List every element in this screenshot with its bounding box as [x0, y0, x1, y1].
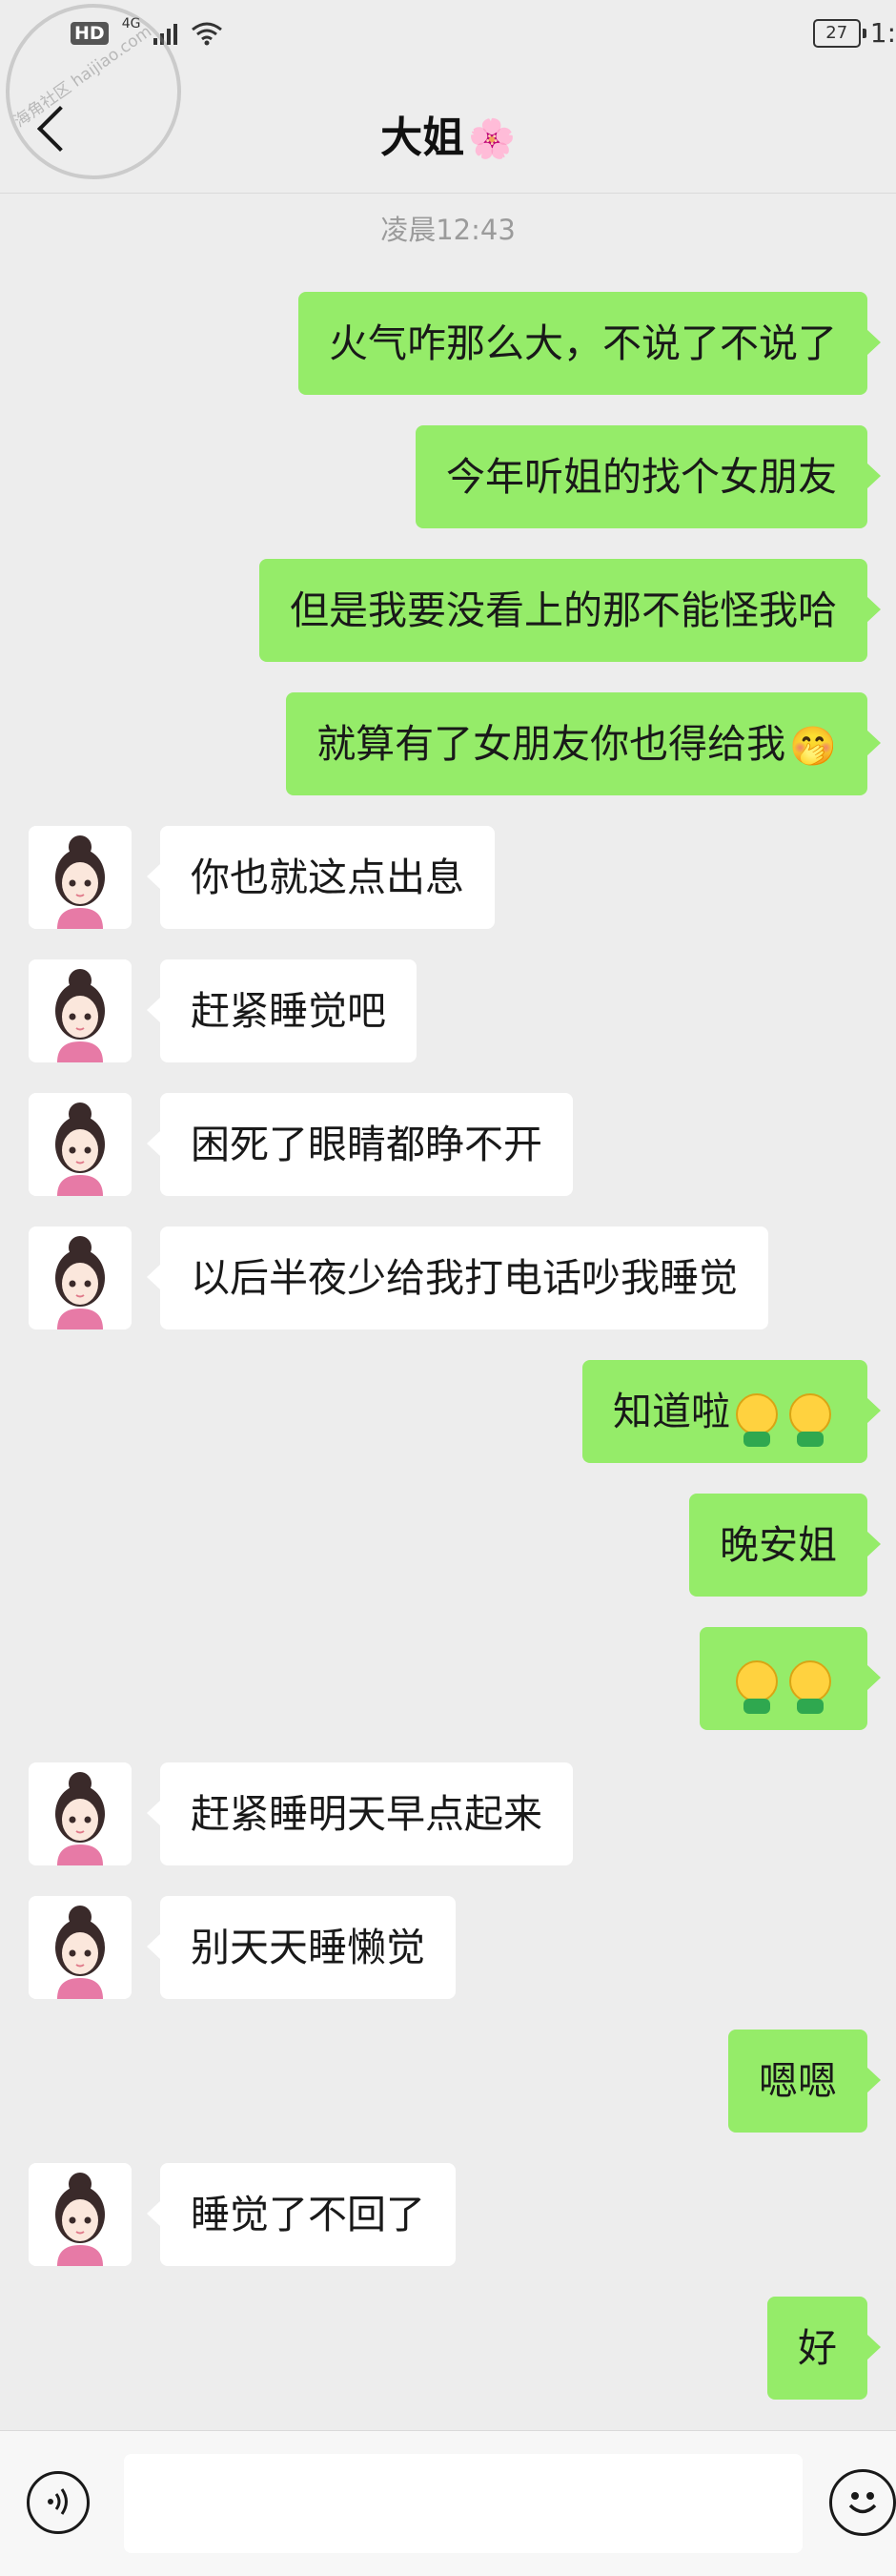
message-text: 今年听姐的找个女朋友 [446, 454, 837, 500]
message-text: 睡觉了不回了 [191, 2192, 425, 2237]
message-text: 知道啦 [613, 1389, 730, 1434]
message-received: 你也就这点出息 [29, 826, 495, 929]
message-sent [700, 1627, 881, 1730]
message-received: 以后半夜少给我打电话吵我睡觉 [29, 1226, 768, 1329]
message-text: 你也就这点出息 [191, 855, 464, 900]
chat-title-text: 大姐 [380, 113, 465, 162]
message-bubble[interactable]: 晚安姐 [689, 1494, 881, 1597]
status-right: 27 1: [812, 17, 896, 49]
message-sent: 晚安姐 [689, 1494, 881, 1597]
smiley-icon [848, 2492, 877, 2514]
message-text: 赶紧睡觉吧 [191, 988, 386, 1034]
message-sent: 嗯嗯 [728, 2030, 881, 2133]
flower-emoji-icon: 🌸 [468, 117, 516, 161]
smile-hug-emoji-icon [789, 1393, 831, 1447]
message-bubble[interactable]: 就算有了女朋友你也得给我 🤭 [286, 692, 881, 795]
message-bubble[interactable]: 嗯嗯 [728, 2030, 881, 2133]
message-text: 赶紧睡明天早点起来 [191, 1791, 542, 1837]
chat-header: 大姐 🌸 [0, 69, 896, 194]
message-text: 以后半夜少给我打电话吵我睡觉 [191, 1255, 738, 1301]
status-time: 1: [869, 17, 896, 49]
hand-over-mouth-emoji-icon: 🤭 [789, 725, 837, 769]
message-bubble[interactable]: 但是我要没看上的那不能怪我哈 [259, 559, 881, 662]
message-bubble[interactable]: 困死了眼睛都睁不开 [147, 1093, 573, 1196]
message-input[interactable] [124, 2454, 803, 2553]
battery-icon: 27 [812, 18, 866, 48]
smile-hug-emoji-icon [736, 1393, 778, 1447]
wifi-icon [192, 22, 223, 46]
message-bubble[interactable]: 好 [767, 2297, 881, 2400]
voice-input-button[interactable] [27, 2471, 90, 2534]
message-sent: 但是我要没看上的那不能怪我哈 [259, 559, 881, 662]
avatar[interactable] [29, 1896, 132, 1999]
message-text: 困死了眼睛都睁不开 [191, 1122, 542, 1167]
girl-avatar-icon [29, 1226, 132, 1329]
message-bubble[interactable]: 你也就这点出息 [147, 826, 495, 929]
voice-icon [48, 2488, 68, 2515]
girl-avatar-icon [29, 1896, 132, 1999]
message-sent: 今年听姐的找个女朋友 [416, 425, 881, 528]
message-sent: 火气咋那么大，不说了不说了 [298, 292, 881, 395]
message-bubble[interactable] [700, 1627, 881, 1730]
message-text: 别天天睡懒觉 [191, 1925, 425, 1970]
message-text: 好 [798, 2325, 837, 2371]
message-bubble[interactable]: 知道啦 [582, 1360, 881, 1463]
message-received: 赶紧睡明天早点起来 [29, 1762, 573, 1865]
message-bubble[interactable]: 以后半夜少给我打电话吵我睡觉 [147, 1226, 768, 1329]
girl-avatar-icon [29, 2163, 132, 2266]
girl-avatar-icon [29, 1762, 132, 1865]
girl-avatar-icon [29, 826, 132, 929]
message-received: 别天天睡懒觉 [29, 1896, 456, 1999]
avatar[interactable] [29, 1762, 132, 1865]
message-text: 嗯嗯 [759, 2058, 837, 2104]
message-sent: 知道啦 [582, 1360, 881, 1463]
avatar[interactable] [29, 959, 132, 1062]
message-bubble[interactable]: 赶紧睡觉吧 [147, 959, 417, 1062]
message-text: 晚安姐 [720, 1522, 837, 1568]
smile-hug-emoji-icon [736, 1660, 778, 1714]
message-bubble[interactable]: 睡觉了不回了 [147, 2163, 456, 2266]
avatar[interactable] [29, 2163, 132, 2266]
girl-avatar-icon [29, 1093, 132, 1196]
girl-avatar-icon [29, 959, 132, 1062]
emoji-button[interactable] [829, 2469, 896, 2536]
smile-hug-emoji-icon [789, 1660, 831, 1714]
message-bubble[interactable]: 今年听姐的找个女朋友 [416, 425, 881, 528]
message-text: 火气咋那么大，不说了不说了 [329, 320, 837, 366]
message-text: 但是我要没看上的那不能怪我哈 [290, 587, 837, 633]
message-received: 困死了眼睛都睁不开 [29, 1093, 573, 1196]
avatar[interactable] [29, 1226, 132, 1329]
message-bubble[interactable]: 别天天睡懒觉 [147, 1896, 456, 1999]
message-sent: 就算有了女朋友你也得给我 🤭 [286, 692, 881, 795]
message-text: 就算有了女朋友你也得给我 [316, 721, 786, 767]
message-timestamp: 凌晨12:43 [380, 214, 516, 246]
message-bubble[interactable]: 火气咋那么大，不说了不说了 [298, 292, 881, 395]
avatar[interactable] [29, 826, 132, 929]
message-bubble[interactable]: 赶紧睡明天早点起来 [147, 1762, 573, 1865]
chat-title: 大姐 🌸 [0, 103, 896, 164]
input-bar [0, 2430, 896, 2576]
avatar[interactable] [29, 1093, 132, 1196]
message-sent: 好 [767, 2297, 881, 2400]
message-received: 赶紧睡觉吧 [29, 959, 417, 1062]
message-received: 睡觉了不回了 [29, 2163, 456, 2266]
